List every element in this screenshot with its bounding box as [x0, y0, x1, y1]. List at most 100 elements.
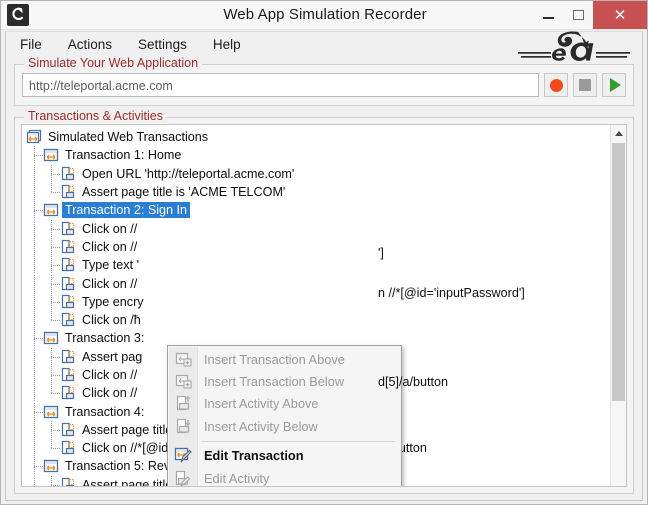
activity-icon [60, 349, 77, 365]
tree-row[interactable]: Assert page title is 'ACME TELCOM' [26, 183, 610, 202]
tree-row[interactable]: Type text ' [26, 256, 610, 275]
tree-guide [43, 164, 60, 183]
context-menu-item-label: Insert Transaction Above [204, 351, 345, 367]
window-body: File Actions Settings Help Simulate Your… [5, 31, 643, 501]
menu-bar: File Actions Settings Help [6, 31, 642, 61]
menu-actions[interactable]: Actions [68, 35, 126, 54]
tree-row-label: Transaction 1: Home [65, 148, 182, 163]
maximize-icon [572, 10, 584, 20]
vertical-scrollbar[interactable] [610, 125, 626, 486]
activity-icon [60, 477, 77, 486]
play-icon [609, 78, 621, 92]
tree-guide [26, 219, 43, 238]
tree-row[interactable]: Click on /ħ [26, 311, 610, 330]
activity-icon [60, 367, 77, 383]
activity-icon [60, 422, 77, 438]
stop-icon [579, 79, 591, 91]
transaction-icon [43, 202, 60, 218]
activity-icon [60, 257, 77, 273]
insert-transaction-below-icon [170, 372, 196, 392]
minimize-icon [542, 17, 554, 19]
context-menu[interactable]: Insert Transaction Above Insert Transacti… [167, 345, 402, 486]
tree-row[interactable]: Transaction 1: Home [26, 146, 610, 165]
simulate-group: Simulate Your Web Application http://tel… [14, 56, 634, 106]
maximize-button[interactable] [563, 1, 593, 29]
tree-guide [43, 183, 60, 201]
play-button[interactable] [602, 73, 626, 97]
context-menu-item-label: Edit Activity [204, 470, 270, 486]
transaction-icon [43, 458, 60, 474]
tree-guide [26, 183, 43, 202]
minimize-button[interactable] [533, 1, 563, 29]
tree-row[interactable]: Simulated Web Transactions [26, 128, 610, 146]
tree-row-label: Click on /ħ [82, 313, 141, 328]
context-menu-item-label: Edit Transaction [204, 448, 304, 464]
tree-row-overflow-text: '] [378, 246, 384, 260]
tree-row[interactable]: Open URL 'http://teleportal.acme.com' [26, 164, 610, 183]
scrollbar-thumb[interactable] [612, 143, 625, 401]
close-button[interactable]: ✕ [593, 1, 647, 29]
tree-guide [26, 201, 43, 220]
record-button[interactable] [544, 73, 568, 97]
menu-settings[interactable]: Settings [138, 35, 201, 54]
tree-row-label: Click on // [82, 239, 138, 254]
tree-guide [26, 256, 43, 275]
tree-guide [26, 347, 43, 366]
tree-guide [26, 311, 43, 330]
tree-guide [43, 347, 60, 366]
tree-guide [43, 384, 60, 402]
url-input[interactable]: http://teleportal.acme.com [22, 73, 539, 97]
tree-row-label: Transaction 3: [65, 331, 145, 346]
tree-guide [26, 420, 43, 439]
insert-activity-above-icon [170, 394, 196, 414]
transaction-icon [43, 404, 60, 420]
tree-row-overflow-text: d[5]/a/button [378, 375, 449, 389]
activity-icon [60, 239, 77, 255]
tree-guide [26, 237, 43, 256]
tree-row-label: Simulated Web Transactions [48, 130, 209, 145]
tree-row-label: Open URL 'http://teleportal.acme.com' [82, 166, 295, 181]
tree-row-label: Assert page title is 'ACME TELCOM' [82, 185, 286, 200]
tree-row[interactable]: Transaction 2: Sign In [26, 201, 610, 220]
tree-row-label: Click on // [82, 276, 138, 291]
record-icon [549, 78, 563, 92]
transactions-group-title: Transactions & Activities [24, 109, 168, 123]
tree-guide [43, 366, 60, 384]
tree-guide [43, 311, 60, 329]
tree-guide [26, 475, 43, 486]
context-menu-separator [201, 440, 395, 442]
tree-guide [26, 366, 43, 384]
context-menu-item-edit-activity: Edit Activity [168, 467, 401, 486]
menu-help[interactable]: Help [213, 35, 255, 54]
tree-guide [26, 329, 43, 348]
tree-row-label: Click on // [82, 386, 138, 401]
transactions-group: Transactions & Activities Simulated Web … [14, 109, 634, 494]
tree-row-label: Type text ' [82, 258, 140, 273]
root-transactions-icon [26, 129, 43, 145]
activity-icon [60, 312, 77, 328]
stop-button[interactable] [573, 73, 597, 97]
activity-icon [60, 294, 77, 310]
transaction-icon [43, 330, 60, 346]
menu-file[interactable]: File [20, 35, 56, 54]
tree-row-overflow-text: n //*[@id='inputPassword'] [378, 286, 525, 300]
tree-row[interactable]: Click on // [26, 219, 610, 238]
eg-logo-icon [516, 30, 634, 64]
tree-row[interactable]: Click on // [26, 237, 610, 256]
context-menu-item-insert-transaction-above: Insert Transaction Above [168, 348, 401, 370]
window-controls: ✕ [533, 1, 647, 29]
context-menu-item-label: Insert Activity Below [204, 418, 318, 434]
scroll-up-button[interactable] [611, 125, 626, 141]
tree-guide [43, 237, 60, 256]
activity-icon [60, 440, 77, 456]
context-menu-item-edit-transaction[interactable]: Edit Transaction [168, 445, 401, 467]
simulate-group-title: Simulate Your Web Application [24, 56, 203, 70]
tree-row-label: Click on // [82, 368, 138, 382]
transactions-tree-panel: Simulated Web Transactions Transaction 1:… [21, 124, 627, 487]
tree-guide [26, 402, 43, 421]
activity-icon [60, 276, 77, 292]
tree-guide [26, 457, 43, 476]
tree-guide [43, 256, 60, 275]
tree-guide [26, 146, 43, 165]
tree-row-label: Click on // [82, 221, 138, 236]
